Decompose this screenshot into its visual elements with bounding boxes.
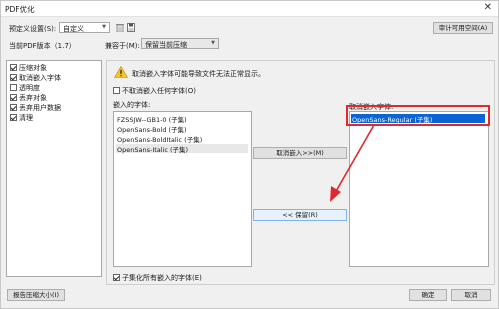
ok-button[interactable]: 确定 [409, 289, 447, 301]
no-unembed-option[interactable]: 不取消嵌入任何字体(O) [113, 86, 196, 96]
checkbox-checked[interactable] [10, 94, 17, 101]
audit-space-button[interactable]: 审计可用空间(A) [433, 22, 493, 34]
checkbox-checked[interactable] [113, 274, 120, 281]
checkbox-checked[interactable] [10, 74, 17, 81]
pdf-optimize-dialog: PDF优化 ✕ 预定义设置(S): 自定义 ▼ 审计可用空间(A) 当前PDF版… [0, 0, 499, 309]
sidebar-item-transparency[interactable]: 透明度 [10, 83, 40, 92]
list-item[interactable]: FZSSJW--GB1-0 (子集) [116, 114, 248, 124]
checkbox-unchecked[interactable] [113, 87, 120, 94]
compat-select[interactable]: 保留当前压缩 ▼ [141, 38, 219, 49]
preset-value: 自定义 [63, 25, 84, 33]
sidebar-item-unembed-fonts[interactable]: 取消嵌入字体 [10, 73, 61, 82]
sidebar-item-compress[interactable]: 压缩对象 [10, 63, 47, 72]
warning-icon [114, 66, 128, 78]
keep-button[interactable]: << 保留(R) [253, 209, 347, 221]
report-size-button[interactable]: 报告压缩大小(I) [7, 289, 65, 301]
list-item[interactable]: OpenSans-BoldItalic (子集) [116, 134, 248, 144]
annotation-arrow-icon [330, 124, 375, 202]
compat-value: 保留当前压缩 [145, 41, 187, 49]
window-title: PDF优化 [5, 5, 35, 14]
preset-select[interactable]: 自定义 ▼ [59, 22, 110, 33]
embedded-fonts-label: 嵌入的字体: [113, 101, 151, 109]
save-icon[interactable] [127, 23, 135, 32]
category-list: 压缩对象 取消嵌入字体 透明度 丢弃对象 丢弃用户数据 清理 [6, 60, 102, 277]
sidebar-item-discard-user-data[interactable]: 丢弃用户数据 [10, 103, 61, 112]
embedded-fonts-list[interactable]: FZSSJW--GB1-0 (子集) OpenSans-Bold (子集) Op… [113, 111, 252, 267]
chevron-down-icon: ▼ [102, 24, 106, 30]
list-item[interactable]: OpenSans-Italic (子集) [116, 144, 248, 154]
sidebar-item-clean-up[interactable]: 清理 [10, 113, 33, 122]
list-item[interactable]: OpenSans-Bold (子集) [116, 124, 248, 134]
checkbox-checked[interactable] [10, 64, 17, 71]
title-bar: PDF优化 ✕ [1, 1, 498, 17]
pdf-version-label: 当前PDF版本（1.7） [9, 42, 76, 50]
checkbox-checked[interactable] [10, 104, 17, 111]
preset-label: 预定义设置(S): [9, 25, 57, 33]
font-settings-panel: 取消嵌入字体可能导致文件无法正常显示。 不取消嵌入任何字体(O) 嵌入的字体: … [106, 60, 495, 285]
chevron-down-icon: ▼ [211, 40, 215, 46]
cancel-button[interactable]: 取消 [451, 289, 491, 301]
checkbox-unchecked[interactable] [10, 84, 17, 91]
compat-label: 兼容于(M): [105, 42, 140, 50]
sidebar-item-discard-objects[interactable]: 丢弃对象 [10, 93, 47, 102]
delete-icon[interactable] [116, 23, 124, 32]
subset-all-option[interactable]: 子集化所有嵌入的字体(E) [113, 273, 202, 283]
checkbox-checked[interactable] [10, 114, 17, 121]
close-icon[interactable]: ✕ [484, 2, 492, 13]
warning-text: 取消嵌入字体可能导致文件无法正常显示。 [132, 70, 265, 78]
